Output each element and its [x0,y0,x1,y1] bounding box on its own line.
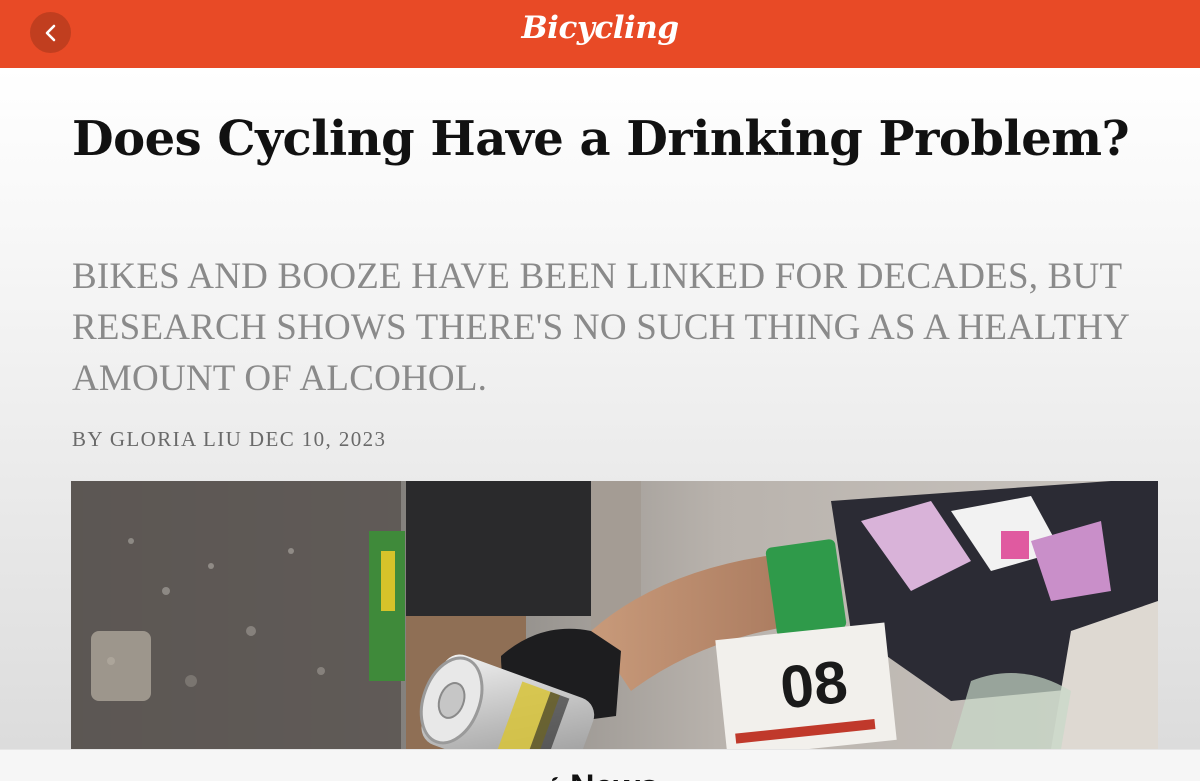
news-app-logo[interactable]: News [540,768,659,781]
article-dek: BIKES AND BOOZE HAVE BEEN LINKED FOR DEC… [72,256,1129,399]
article-headline: Does Cycling Have a Drinking Problem? [72,111,1130,167]
bottom-bar: News [0,749,1200,781]
publication-logo[interactable]: Bicycling [0,10,1200,46]
top-bar: Bicycling [0,0,1200,68]
article-byline: BY GLORIA LIU DEC 10, 2023 [72,427,387,451]
hero-photo-illustration: 08 [71,481,1158,749]
hero-image[interactable]: 08 [71,481,1158,749]
race-number: 08 [777,648,850,722]
apple-icon [552,776,558,781]
news-app-label: News [570,768,659,781]
